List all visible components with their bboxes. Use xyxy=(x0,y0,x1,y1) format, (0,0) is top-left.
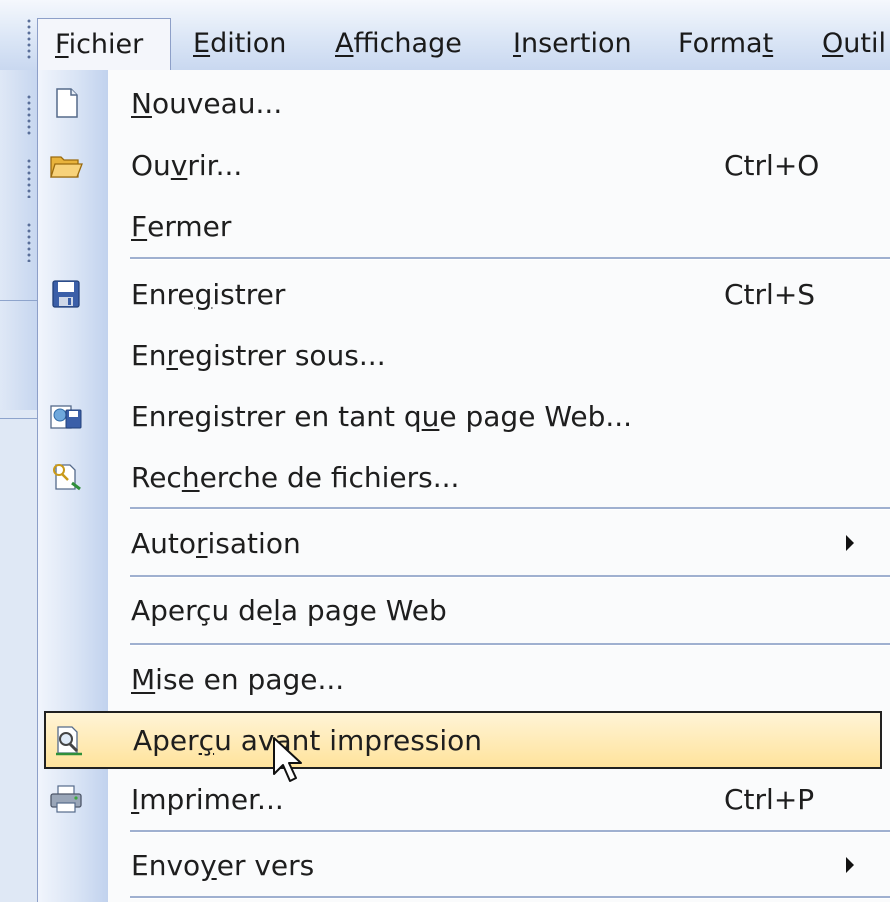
menu-item-label: Envo y er vers xyxy=(131,848,315,882)
menu-item-apercu-avant-impression[interactable]: Aper ç u avant impression xyxy=(44,711,882,769)
menu-item-autorisation[interactable]: Auto r isation xyxy=(38,514,890,572)
menu-bar: Fichier Edition Affichage Insertion Form… xyxy=(0,0,890,72)
file-search-icon xyxy=(53,464,81,491)
toolbar-grip-handle-2[interactable] xyxy=(26,94,32,136)
menu-item-enregistrer-sous[interactable]: En r egistrer sous... xyxy=(38,326,890,384)
save-as-web-page-icon xyxy=(50,405,82,429)
fichier-dropdown-menu: Nouveau... Ou v rir... Ctrl+O Fermer Enre g… xyxy=(37,70,890,902)
menu-item-nouveau[interactable]: Nouveau... xyxy=(38,74,890,132)
print-preview-icon xyxy=(56,726,82,756)
menu-item-label: Rec h erche de fichiers... xyxy=(131,460,460,494)
save-disk-icon xyxy=(52,280,80,308)
menu-format[interactable]: Format xyxy=(678,18,773,70)
submenu-arrow-icon xyxy=(846,535,854,551)
menu-separator xyxy=(130,257,890,260)
menu-item-label: Enre g istrer xyxy=(131,277,286,311)
menu-item-label: Imprimer... xyxy=(131,782,284,816)
menu-separator xyxy=(130,896,890,899)
menu-item-label: Enregistrer en tant que page Web... xyxy=(131,399,633,433)
open-folder-icon xyxy=(50,156,83,178)
menu-separator xyxy=(130,643,890,646)
menu-insertion[interactable]: Insertion xyxy=(513,18,632,70)
menu-fichier[interactable]: Fichier xyxy=(37,18,171,72)
menu-item-enregistrer-page-web[interactable]: Enregistrer en tant que page Web... xyxy=(38,387,890,445)
submenu-arrow-icon xyxy=(846,857,854,873)
menu-item-label: Auto r isation xyxy=(131,526,301,560)
menu-separator xyxy=(130,830,890,833)
menu-item-ouvrir[interactable]: Ou v rir... Ctrl+O xyxy=(38,136,890,194)
toolbar-grip-handle[interactable] xyxy=(26,18,32,60)
menu-item-label: Fermer xyxy=(131,209,232,243)
toolbar-grip-handle-4[interactable] xyxy=(26,222,32,262)
menu-item-label: Mise en page... xyxy=(131,662,345,696)
menu-item-fermer[interactable]: Fermer xyxy=(38,197,890,255)
menu-item-mise-en-page[interactable]: Mise en page... xyxy=(38,650,890,708)
menu-item-label: Aperçu de la page Web xyxy=(131,593,447,627)
menu-item-shortcut: Ctrl+P xyxy=(724,782,815,816)
menu-item-shortcut: Ctrl+O xyxy=(724,148,820,182)
printer-icon xyxy=(50,785,82,813)
menu-item-label: En r egistrer sous... xyxy=(131,338,386,372)
menu-separator xyxy=(130,507,890,510)
menu-item-enregistrer[interactable]: Enre g istrer Ctrl+S xyxy=(38,265,890,323)
menu-item-shortcut: Ctrl+S xyxy=(724,277,816,311)
menu-outils[interactable]: Outil xyxy=(822,18,886,70)
menu-item-label: Nouveau... xyxy=(131,86,283,120)
menu-edition[interactable]: Edition xyxy=(193,18,286,70)
menu-item-imprimer[interactable]: Imprimer... Ctrl+P xyxy=(38,770,890,828)
menu-item-envoyer-vers[interactable]: Envo y er vers xyxy=(38,836,890,894)
menu-item-label: Ou v rir... xyxy=(131,148,243,182)
menu-affichage[interactable]: Affichage xyxy=(335,18,462,70)
menu-separator xyxy=(130,575,890,578)
new-document-icon xyxy=(56,88,78,118)
menu-item-recherche-fichiers[interactable]: Rec h erche de fichiers... xyxy=(38,448,890,506)
menu-item-label: Aper ç u avant impression xyxy=(133,723,483,757)
toolbar-grip-handle-3[interactable] xyxy=(26,158,32,198)
menu-item-apercu-page-web[interactable]: Aperçu de la page Web xyxy=(38,581,890,639)
